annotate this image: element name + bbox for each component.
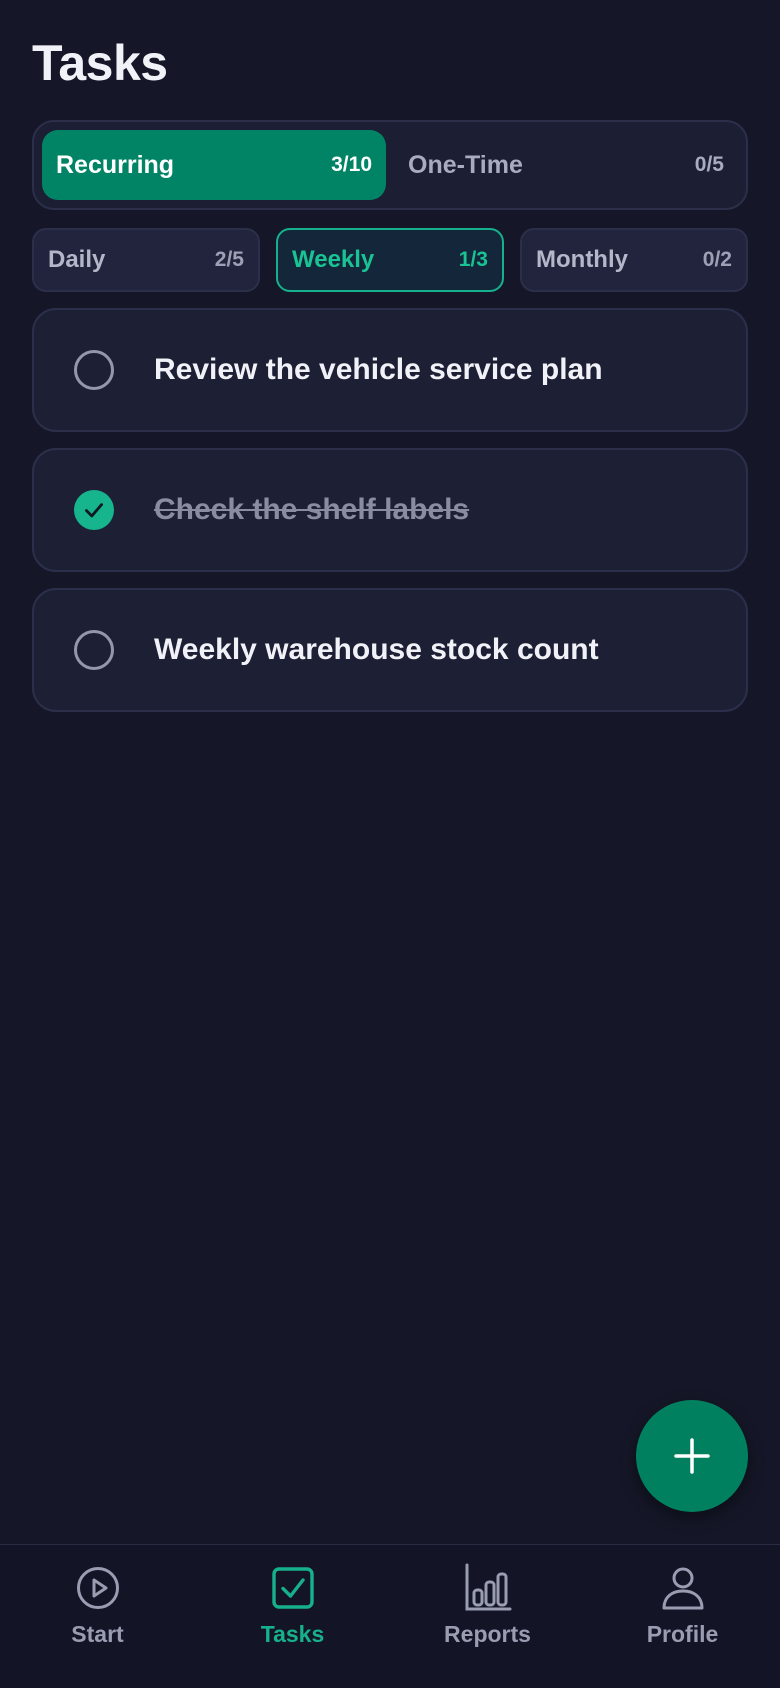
- nav-label: Start: [71, 1621, 124, 1647]
- nav-item-reports[interactable]: Reports: [390, 1545, 585, 1688]
- segment-count: 3/10: [331, 153, 372, 176]
- task-title: Check the shelf labels: [154, 493, 470, 526]
- task-list: Review the vehicle service plan Check th…: [32, 308, 748, 728]
- nav-label: Reports: [444, 1621, 531, 1647]
- period-label: Monthly: [536, 246, 628, 273]
- period-chip-daily[interactable]: Daily 2/5: [32, 228, 260, 292]
- task-checkbox-checked-icon[interactable]: [74, 490, 114, 530]
- segment-label: One-Time: [408, 150, 523, 179]
- add-task-button[interactable]: [636, 1400, 748, 1512]
- task-checkbox-unchecked-icon[interactable]: [74, 350, 114, 390]
- checkbox-icon: [268, 1563, 318, 1613]
- task-card[interactable]: Review the vehicle service plan: [32, 308, 748, 432]
- task-card[interactable]: Check the shelf labels: [32, 448, 748, 572]
- segment-count: 0/5: [694, 153, 724, 176]
- period-count: 2/5: [214, 248, 244, 271]
- bottom-navigation: Start Tasks Reports Profile: [0, 1544, 780, 1688]
- task-checkbox-unchecked-icon[interactable]: [74, 630, 114, 670]
- period-label: Daily: [48, 246, 106, 273]
- play-circle-icon: [73, 1563, 123, 1613]
- period-count: 0/2: [702, 248, 732, 271]
- period-filter: Daily 2/5 Weekly 1/3 Monthly 0/2: [32, 228, 748, 292]
- nav-item-start[interactable]: Start: [0, 1545, 195, 1688]
- period-chip-weekly[interactable]: Weekly 1/3: [276, 228, 504, 292]
- plus-icon: [674, 1438, 710, 1474]
- nav-label: Tasks: [260, 1621, 325, 1647]
- segment-label: Recurring: [56, 150, 175, 179]
- segment-one-time[interactable]: One-Time 0/5: [394, 130, 738, 200]
- task-title: Weekly warehouse stock count: [154, 633, 599, 666]
- nav-item-tasks[interactable]: Tasks: [195, 1545, 390, 1688]
- task-type-segmented-control: Recurring 3/10 One-Time 0/5: [32, 120, 748, 210]
- nav-item-profile[interactable]: Profile: [585, 1545, 780, 1688]
- user-icon: [658, 1563, 708, 1613]
- segment-recurring[interactable]: Recurring 3/10: [42, 130, 386, 200]
- period-count: 1/3: [458, 248, 488, 271]
- task-card[interactable]: Weekly warehouse stock count: [32, 588, 748, 712]
- bar-chart-icon: [463, 1563, 513, 1613]
- task-title: Review the vehicle service plan: [154, 353, 603, 386]
- period-chip-monthly[interactable]: Monthly 0/2: [520, 228, 748, 292]
- nav-label: Profile: [646, 1621, 719, 1647]
- period-label: Weekly: [292, 246, 375, 273]
- page-title: Tasks: [32, 35, 168, 91]
- checkmark-icon: [85, 503, 103, 518]
